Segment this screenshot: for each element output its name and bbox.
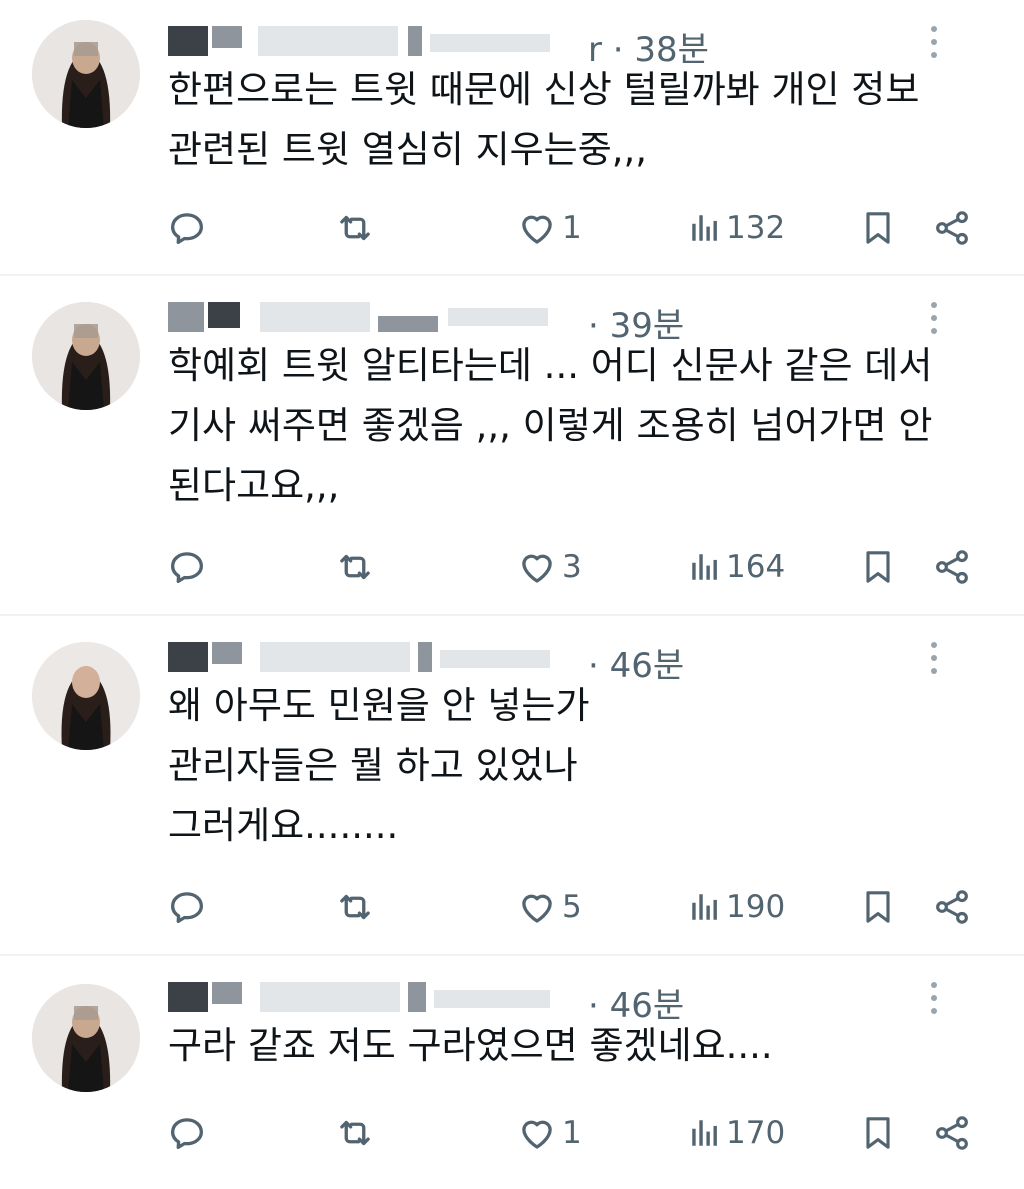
bookmark-icon (858, 546, 898, 588)
bookmark-button[interactable] (858, 203, 898, 253)
avatar[interactable] (32, 642, 140, 750)
like-count: 1 (562, 210, 582, 246)
like-button[interactable]: 3 (516, 542, 582, 592)
bookmark-icon (858, 207, 898, 249)
views-icon (688, 1116, 722, 1150)
tweet-feed: r · 38분 한편으로는 트윗 때문에 신상 털릴까봐 개인 정보 관련된 트… (0, 0, 1024, 1189)
more-icon[interactable] (930, 26, 938, 62)
reply-icon (166, 1112, 208, 1154)
tweet[interactable]: · 46분 왜 아무도 민원을 안 넣는가 관리자들은 뭘 하고 있었나 그러게… (0, 616, 1024, 956)
share-icon (932, 546, 972, 588)
retweet-button[interactable] (334, 203, 376, 253)
reply-button[interactable] (166, 882, 208, 932)
like-button[interactable]: 1 (516, 1108, 582, 1158)
tweet-text: 구라 같죠 저도 구라였으면 좋겠네요.... (168, 1024, 773, 1067)
tweet-actions: 1 132 (0, 203, 1024, 253)
views-button[interactable]: 132 (688, 203, 785, 253)
like-count: 1 (562, 1115, 582, 1151)
tweet-actions: 5 190 (0, 882, 1024, 932)
profile-photo (32, 20, 140, 128)
retweet-icon (334, 1112, 376, 1154)
share-button[interactable] (932, 882, 972, 932)
tweet-text: 왜 아무도 민원을 안 넣는가 관리자들은 뭘 하고 있었나 그러게요.....… (168, 684, 590, 847)
views-button[interactable]: 170 (688, 1108, 785, 1158)
view-count: 164 (726, 549, 786, 585)
blurred-username[interactable] (168, 642, 550, 674)
profile-photo (32, 302, 140, 410)
reply-icon (166, 546, 208, 588)
tweet[interactable]: r · 38분 한편으로는 트윗 때문에 신상 털릴까봐 개인 정보 관련된 트… (0, 0, 1024, 276)
retweet-button[interactable] (334, 1108, 376, 1158)
retweet-icon (334, 207, 376, 249)
view-count: 190 (726, 889, 786, 925)
profile-photo (32, 984, 140, 1092)
blurred-username[interactable] (168, 982, 550, 1014)
heart-icon (516, 546, 558, 588)
tweet[interactable]: · 39분 학예회 트윗 알티타는데 ... 어디 신문사 같은 데서 기사 써… (0, 276, 1024, 616)
retweet-icon (334, 886, 376, 928)
bookmark-button[interactable] (858, 542, 898, 592)
share-icon (932, 207, 972, 249)
share-button[interactable] (932, 203, 972, 253)
tweet[interactable]: · 46분 구라 같죠 저도 구라였으면 좋겠네요.... 1 170 (0, 956, 1024, 1189)
like-button[interactable]: 5 (516, 882, 582, 932)
like-button[interactable]: 1 (516, 203, 582, 253)
heart-icon (516, 1112, 558, 1154)
more-icon[interactable] (930, 982, 938, 1018)
share-icon (932, 886, 972, 928)
reply-icon (166, 886, 208, 928)
reply-button[interactable] (166, 203, 208, 253)
more-icon[interactable] (930, 642, 938, 678)
like-count: 3 (562, 549, 582, 585)
view-count: 132 (726, 210, 786, 246)
reply-icon (166, 207, 208, 249)
share-button[interactable] (932, 1108, 972, 1158)
more-icon[interactable] (930, 302, 938, 338)
heart-icon (516, 207, 558, 249)
share-button[interactable] (932, 542, 972, 592)
views-icon (688, 211, 722, 245)
tweet-actions: 3 164 (0, 542, 1024, 592)
avatar[interactable] (32, 984, 140, 1092)
avatar[interactable] (32, 20, 140, 128)
views-button[interactable]: 190 (688, 882, 785, 932)
avatar[interactable] (32, 302, 140, 410)
blurred-username[interactable] (168, 26, 550, 58)
tweet-header: r · 38분 (168, 14, 968, 70)
retweet-button[interactable] (334, 542, 376, 592)
reply-button[interactable] (166, 542, 208, 592)
reply-button[interactable] (166, 1108, 208, 1158)
views-button[interactable]: 164 (688, 542, 785, 592)
like-count: 5 (562, 889, 582, 925)
tweet-text: 한편으로는 트윗 때문에 신상 털릴까봐 개인 정보 관련된 트윗 열심히 지우… (168, 68, 920, 171)
tweet-text: 학예회 트윗 알티타는데 ... 어디 신문사 같은 데서 기사 써주면 좋겠음… (168, 344, 933, 507)
profile-photo (32, 642, 140, 750)
views-icon (688, 890, 722, 924)
bookmark-button[interactable] (858, 1108, 898, 1158)
retweet-icon (334, 546, 376, 588)
share-icon (932, 1112, 972, 1154)
views-icon (688, 550, 722, 584)
blurred-username[interactable] (168, 302, 548, 334)
heart-icon (516, 886, 558, 928)
bookmark-icon (858, 1112, 898, 1154)
bookmark-icon (858, 886, 898, 928)
view-count: 170 (726, 1115, 786, 1151)
retweet-button[interactable] (334, 882, 376, 932)
tweet-header: · 39분 (168, 290, 968, 346)
tweet-header: · 46분 (168, 630, 968, 686)
tweet-header: · 46분 (168, 970, 968, 1026)
bookmark-button[interactable] (858, 882, 898, 932)
tweet-actions: 1 170 (0, 1108, 1024, 1158)
